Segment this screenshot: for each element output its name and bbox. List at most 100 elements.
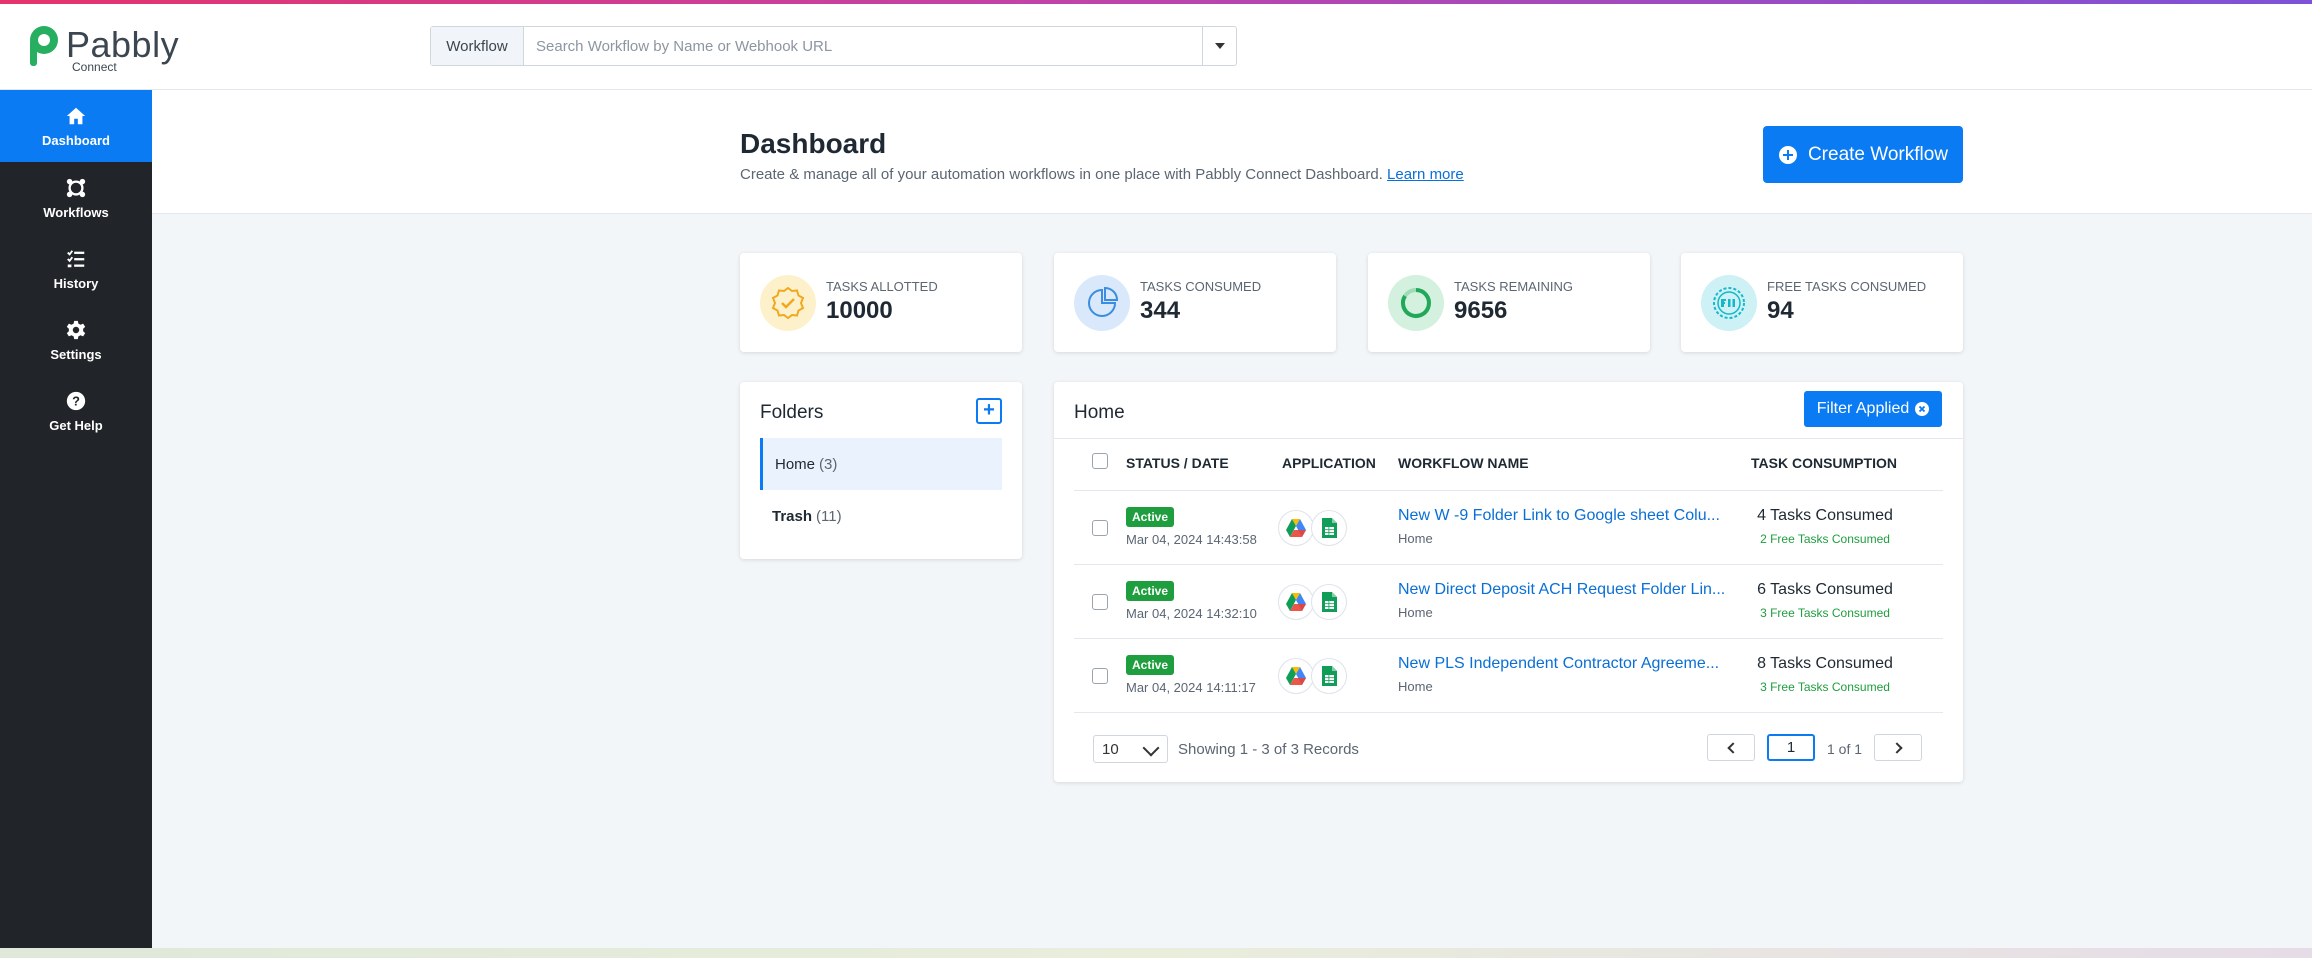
folders-title: Folders bbox=[760, 402, 824, 423]
google-sheets-icon bbox=[1311, 658, 1347, 694]
google-sheets-icon bbox=[1311, 510, 1347, 546]
google-drive-icon bbox=[1278, 510, 1314, 546]
free-tasks-consumed: 3 Free Tasks Consumed bbox=[1760, 606, 1890, 620]
select-all-checkbox[interactable] bbox=[1092, 453, 1108, 469]
chevron-right-icon bbox=[1890, 741, 1903, 754]
sidebar-item-label: Settings bbox=[50, 346, 102, 362]
svg-text:?: ? bbox=[72, 393, 80, 408]
workflow-folder: Home bbox=[1398, 679, 1433, 694]
badge-check-icon bbox=[760, 275, 816, 331]
sidebar-item-dashboard[interactable]: Dashboard bbox=[0, 90, 152, 162]
column-header-workflow-name: WORKFLOW NAME bbox=[1398, 455, 1529, 471]
row-date: Mar 04, 2024 14:43:58 bbox=[1126, 532, 1257, 547]
chevron-left-icon bbox=[1726, 741, 1739, 754]
sidebar-item-settings[interactable]: Settings bbox=[0, 304, 152, 376]
workflow-folder: Home bbox=[1398, 605, 1433, 620]
stat-value: 94 bbox=[1767, 297, 1794, 324]
google-drive-icon bbox=[1278, 658, 1314, 694]
page-number-input[interactable]: 1 bbox=[1767, 734, 1815, 761]
row-date: Mar 04, 2024 14:11:17 bbox=[1126, 680, 1256, 695]
per-page-select[interactable]: 10 bbox=[1093, 735, 1168, 763]
status-badge: Active bbox=[1126, 655, 1175, 675]
page-count: 1 of 1 bbox=[1827, 741, 1863, 757]
top-header: Pabbly Connect Workflow bbox=[0, 4, 2312, 90]
sidebar-item-history[interactable]: History bbox=[0, 233, 152, 305]
stat-value: 9656 bbox=[1454, 297, 1508, 324]
page-header-band bbox=[152, 90, 2312, 214]
sidebar-item-label: History bbox=[53, 275, 99, 291]
table-row[interactable]: Active Mar 04, 2024 14:43:58 New W -9 Fo… bbox=[1074, 490, 1943, 564]
tasks-consumed: 6 Tasks Consumed bbox=[1757, 581, 1893, 598]
sidebar-item-label: Dashboard bbox=[42, 132, 110, 148]
sidebar-item-label: Get Help bbox=[49, 417, 103, 433]
stat-card-tasks-allotted: TASKS ALLOTTED 10000 bbox=[740, 253, 1022, 352]
search-input[interactable] bbox=[524, 27, 1202, 65]
page-title: Dashboard bbox=[740, 128, 887, 159]
current-folder-title: Home bbox=[1074, 402, 1125, 423]
history-list-icon bbox=[67, 249, 85, 267]
google-sheets-icon bbox=[1311, 584, 1347, 620]
search-prefix-label: Workflow bbox=[431, 27, 524, 65]
close-circle-icon bbox=[1915, 402, 1930, 416]
folders-panel: Folders + Home (3) Trash (11) bbox=[740, 382, 1022, 559]
sidebar-item-get-help[interactable]: ? Get Help bbox=[0, 375, 152, 447]
workflows-panel: Home Filter Applied STATUS / DATE APPLIC… bbox=[1054, 382, 1963, 782]
stat-value: 344 bbox=[1140, 297, 1181, 324]
bottom-gradient-bar bbox=[0, 948, 2312, 958]
column-header-status-date: STATUS / DATE bbox=[1126, 455, 1229, 471]
workflow-name-link[interactable]: New PLS Independent Contractor Agreeme..… bbox=[1398, 655, 1719, 673]
column-header-application: APPLICATION bbox=[1282, 455, 1376, 471]
learn-more-link[interactable]: Learn more bbox=[1387, 166, 1464, 183]
filter-applied-button[interactable]: Filter Applied bbox=[1804, 391, 1942, 427]
folder-item-home[interactable]: Home (3) bbox=[760, 438, 1002, 490]
row-checkbox[interactable] bbox=[1092, 668, 1108, 684]
free-badge-icon bbox=[1701, 275, 1757, 331]
create-workflow-button[interactable]: Create Workflow bbox=[1763, 126, 1963, 183]
stat-card-tasks-remaining: TASKS REMAINING 9656 bbox=[1368, 253, 1650, 352]
stat-label: TASKS REMAINING bbox=[1454, 279, 1573, 294]
tasks-consumed: 4 Tasks Consumed bbox=[1757, 507, 1893, 524]
row-checkbox[interactable] bbox=[1092, 520, 1108, 536]
free-tasks-consumed: 2 Free Tasks Consumed bbox=[1760, 532, 1890, 546]
pabbly-logo-icon bbox=[30, 26, 58, 66]
sidebar-item-workflows[interactable]: Workflows bbox=[0, 162, 152, 234]
tasks-consumed: 8 Tasks Consumed bbox=[1757, 655, 1893, 672]
progress-ring-icon bbox=[1388, 275, 1444, 331]
sidebar-item-label: Workflows bbox=[43, 204, 109, 220]
google-drive-icon bbox=[1278, 584, 1314, 620]
pie-chart-icon bbox=[1074, 275, 1130, 331]
divider bbox=[1074, 712, 1943, 713]
workflow-folder: Home bbox=[1398, 531, 1433, 546]
gear-icon bbox=[66, 320, 86, 339]
stat-card-tasks-consumed: TASKS CONSUMED 344 bbox=[1054, 253, 1336, 352]
table-row[interactable]: Active Mar 04, 2024 14:32:10 New Direct … bbox=[1074, 564, 1943, 638]
workflows-icon bbox=[66, 178, 86, 197]
stat-value: 10000 bbox=[826, 297, 893, 324]
pabbly-logo[interactable]: Pabbly Connect bbox=[26, 22, 179, 74]
question-circle-icon: ? bbox=[66, 391, 86, 410]
status-badge: Active bbox=[1126, 581, 1175, 601]
stat-label: TASKS CONSUMED bbox=[1140, 279, 1262, 294]
column-header-task-consumption: TASK CONSUMPTION bbox=[1751, 455, 1897, 471]
search-dropdown-button[interactable] bbox=[1202, 27, 1236, 65]
status-badge: Active bbox=[1126, 507, 1175, 527]
row-checkbox[interactable] bbox=[1092, 594, 1108, 610]
folder-item-trash[interactable]: Trash (11) bbox=[760, 490, 1002, 542]
free-tasks-consumed: 3 Free Tasks Consumed bbox=[1760, 680, 1890, 694]
table-row[interactable]: Active Mar 04, 2024 14:11:17 New PLS Ind… bbox=[1074, 638, 1943, 712]
stat-label: TASKS ALLOTTED bbox=[826, 279, 938, 294]
add-folder-button[interactable]: + bbox=[976, 398, 1002, 424]
sidebar: Dashboard Workflows History Settings ? G… bbox=[0, 90, 152, 948]
stat-card-free-tasks-consumed: FREE TASKS CONSUMED 94 bbox=[1681, 253, 1963, 352]
caret-down-icon bbox=[1214, 43, 1225, 49]
logo-subtitle: Connect bbox=[72, 60, 117, 74]
next-page-button[interactable] bbox=[1874, 734, 1922, 761]
workflow-name-link[interactable]: New W -9 Folder Link to Google sheet Col… bbox=[1398, 507, 1720, 525]
workflow-name-link[interactable]: New Direct Deposit ACH Request Folder Li… bbox=[1398, 581, 1725, 599]
chevron-down-icon bbox=[1142, 739, 1160, 757]
prev-page-button[interactable] bbox=[1707, 734, 1755, 761]
divider bbox=[1054, 438, 1963, 439]
row-date: Mar 04, 2024 14:32:10 bbox=[1126, 606, 1257, 621]
plus-circle-icon bbox=[1778, 145, 1797, 164]
home-icon bbox=[66, 107, 86, 124]
